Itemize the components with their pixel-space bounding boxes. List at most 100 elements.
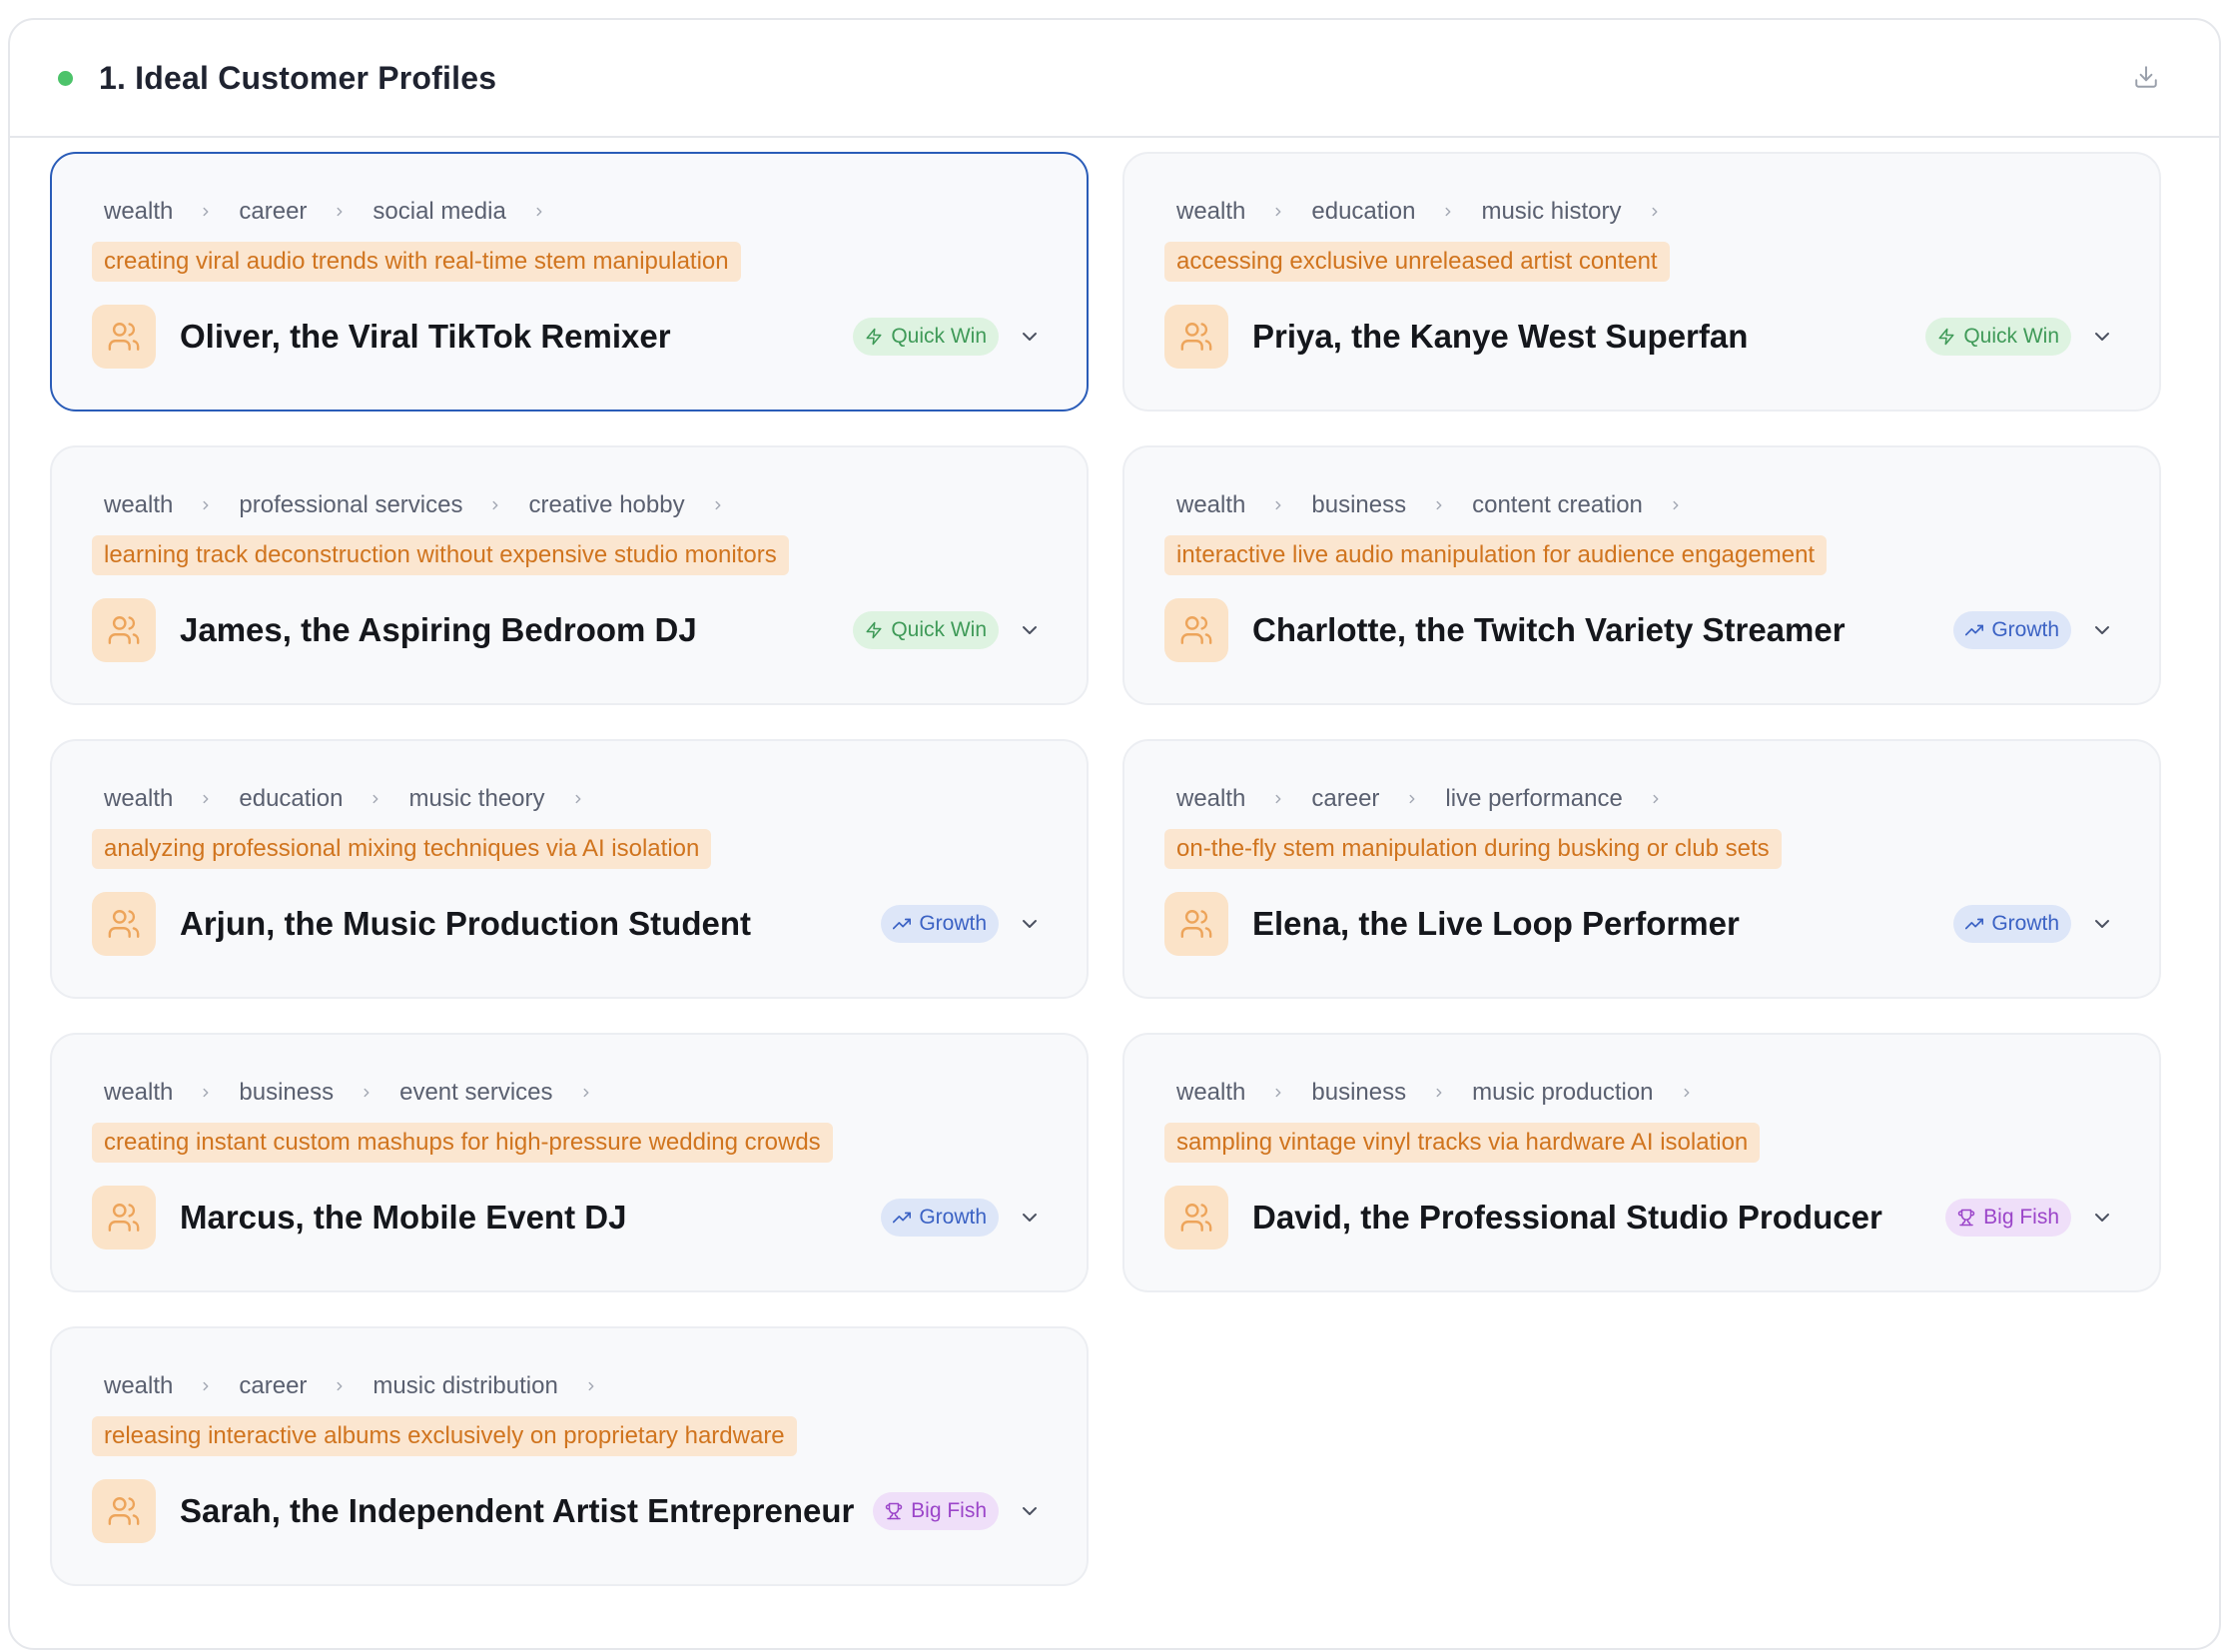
expand-button[interactable]	[2085, 1201, 2119, 1235]
chevron-down-icon	[1018, 1499, 1042, 1523]
profile-card[interactable]: wealth education music history accessing e…	[1122, 152, 2161, 412]
lightning-icon	[865, 328, 891, 346]
breadcrumb-item: education	[1311, 198, 1416, 225]
avatar	[92, 1186, 156, 1249]
users-icon	[107, 1201, 141, 1235]
breadcrumb-item: business	[1311, 1079, 1407, 1106]
chevron-right-icon	[488, 498, 502, 512]
priority-badge: Growth	[1953, 905, 2071, 943]
breadcrumb-item: music production	[1472, 1079, 1654, 1106]
use-case-tag: learning track deconstruction without ex…	[92, 535, 789, 575]
expand-button[interactable]	[1013, 613, 1047, 647]
persona-name: Charlotte, the Twitch Variety Streamer	[1252, 611, 1846, 648]
breadcrumb: wealth business content creation	[1164, 487, 2119, 523]
breadcrumb-item: career	[239, 198, 308, 225]
use-case-tag: interactive live audio manipulation for …	[1164, 535, 1828, 575]
chevron-right-icon	[584, 1379, 598, 1393]
users-icon	[1179, 1201, 1213, 1235]
trending-up-icon	[1965, 621, 1991, 639]
persona-row: David, the Professional Studio Producer …	[1164, 1185, 2119, 1250]
breadcrumb-item: music distribution	[372, 1372, 558, 1399]
priority-badge: Big Fish	[873, 1492, 999, 1530]
chevron-right-icon	[1271, 205, 1285, 219]
chevron-right-icon	[1271, 498, 1285, 512]
download-icon	[2135, 66, 2157, 88]
priority-badge: Quick Win	[853, 611, 999, 649]
profile-card[interactable]: wealth professional services creative hobb…	[50, 445, 1089, 705]
chevron-down-icon	[1018, 325, 1042, 349]
users-icon	[107, 320, 141, 354]
priority-badge: Quick Win	[1925, 318, 2071, 356]
persona-row: Priya, the Kanye West Superfan Quick Win	[1164, 304, 2119, 370]
use-case-tag: releasing interactive albums exclusively…	[92, 1416, 797, 1456]
chevron-right-icon	[199, 1379, 213, 1393]
breadcrumb-item: professional services	[239, 491, 463, 518]
breadcrumb-item: wealth	[104, 491, 174, 518]
chevron-right-icon	[1271, 1086, 1285, 1100]
chevron-right-icon	[1432, 1086, 1446, 1100]
chevron-right-icon	[579, 1086, 593, 1100]
badge-label: Growth	[1991, 618, 2059, 641]
download-button[interactable]	[2131, 62, 2161, 92]
breadcrumb: wealth business event services	[92, 1075, 1047, 1111]
persona-name: Marcus, the Mobile Event DJ	[180, 1199, 627, 1236]
use-case-tag: sampling vintage vinyl tracks via hardwa…	[1164, 1123, 1761, 1163]
chevron-right-icon	[532, 205, 546, 219]
breadcrumb-item: social media	[372, 198, 506, 225]
chevron-right-icon	[199, 792, 213, 806]
badge-label: Quick Win	[891, 618, 987, 641]
chevron-right-icon	[1432, 498, 1446, 512]
expand-button[interactable]	[2085, 613, 2119, 647]
persona-name: David, the Professional Studio Producer	[1252, 1199, 1882, 1236]
persona-row: Sarah, the Independent Artist Entreprene…	[92, 1478, 1047, 1544]
panel-title: 1. Ideal Customer Profiles	[99, 59, 497, 96]
chevron-down-icon	[1018, 618, 1042, 642]
expand-button[interactable]	[1013, 1494, 1047, 1528]
persona-name: Elena, the Live Loop Performer	[1252, 905, 1740, 942]
expand-button[interactable]	[1013, 1201, 1047, 1235]
profile-card[interactable]: wealth business event services creating in…	[50, 1033, 1089, 1292]
badge-label: Growth	[1991, 912, 2059, 935]
breadcrumb-item: content creation	[1472, 491, 1643, 518]
profile-card[interactable]: wealth career music distribution releasing…	[50, 1326, 1089, 1586]
expand-button[interactable]	[2085, 907, 2119, 941]
breadcrumb-item: wealth	[1176, 198, 1246, 225]
expand-button[interactable]	[1013, 907, 1047, 941]
profile-card[interactable]: wealth business music production sampling …	[1122, 1033, 2161, 1292]
breadcrumb-item: wealth	[104, 1079, 174, 1106]
breadcrumb-item: music history	[1481, 198, 1622, 225]
badge-label: Quick Win	[891, 325, 987, 348]
chevron-right-icon	[333, 1379, 347, 1393]
expand-button[interactable]	[2085, 320, 2119, 354]
priority-badge: Growth	[1953, 611, 2071, 649]
badge-label: Big Fish	[1983, 1206, 2059, 1229]
persona-row: Oliver, the Viral TikTok Remixer Quick W…	[92, 304, 1047, 370]
breadcrumb-item: career	[239, 1372, 308, 1399]
profile-card[interactable]: wealth business content creation interacti…	[1122, 445, 2161, 705]
persona-name: James, the Aspiring Bedroom DJ	[180, 611, 697, 648]
lightning-icon	[1937, 328, 1963, 346]
breadcrumb: wealth career social media	[92, 194, 1047, 230]
chevron-down-icon	[2090, 325, 2114, 349]
profile-card[interactable]: wealth career live performance on-the-fly …	[1122, 739, 2161, 999]
badge-label: Growth	[919, 912, 987, 935]
breadcrumb: wealth education music history	[1164, 194, 2119, 230]
chevron-right-icon	[1271, 792, 1285, 806]
users-icon	[1179, 320, 1213, 354]
breadcrumb-item: creative hobby	[528, 491, 685, 518]
breadcrumb-item: wealth	[104, 198, 174, 225]
profile-card[interactable]: wealth education music theory analyzing pr…	[50, 739, 1089, 999]
expand-button[interactable]	[1013, 320, 1047, 354]
profile-grid: wealth career social media creating viral …	[50, 152, 2161, 1586]
avatar	[92, 892, 156, 956]
avatar	[1164, 305, 1228, 369]
profile-card[interactable]: wealth career social media creating viral …	[50, 152, 1089, 412]
avatar	[92, 305, 156, 369]
chevron-right-icon	[571, 792, 585, 806]
priority-badge: Growth	[881, 905, 999, 943]
breadcrumb-item: education	[239, 785, 344, 812]
chevron-right-icon	[199, 498, 213, 512]
trophy-icon	[1957, 1209, 1983, 1227]
avatar	[1164, 598, 1228, 662]
avatar	[92, 1479, 156, 1543]
